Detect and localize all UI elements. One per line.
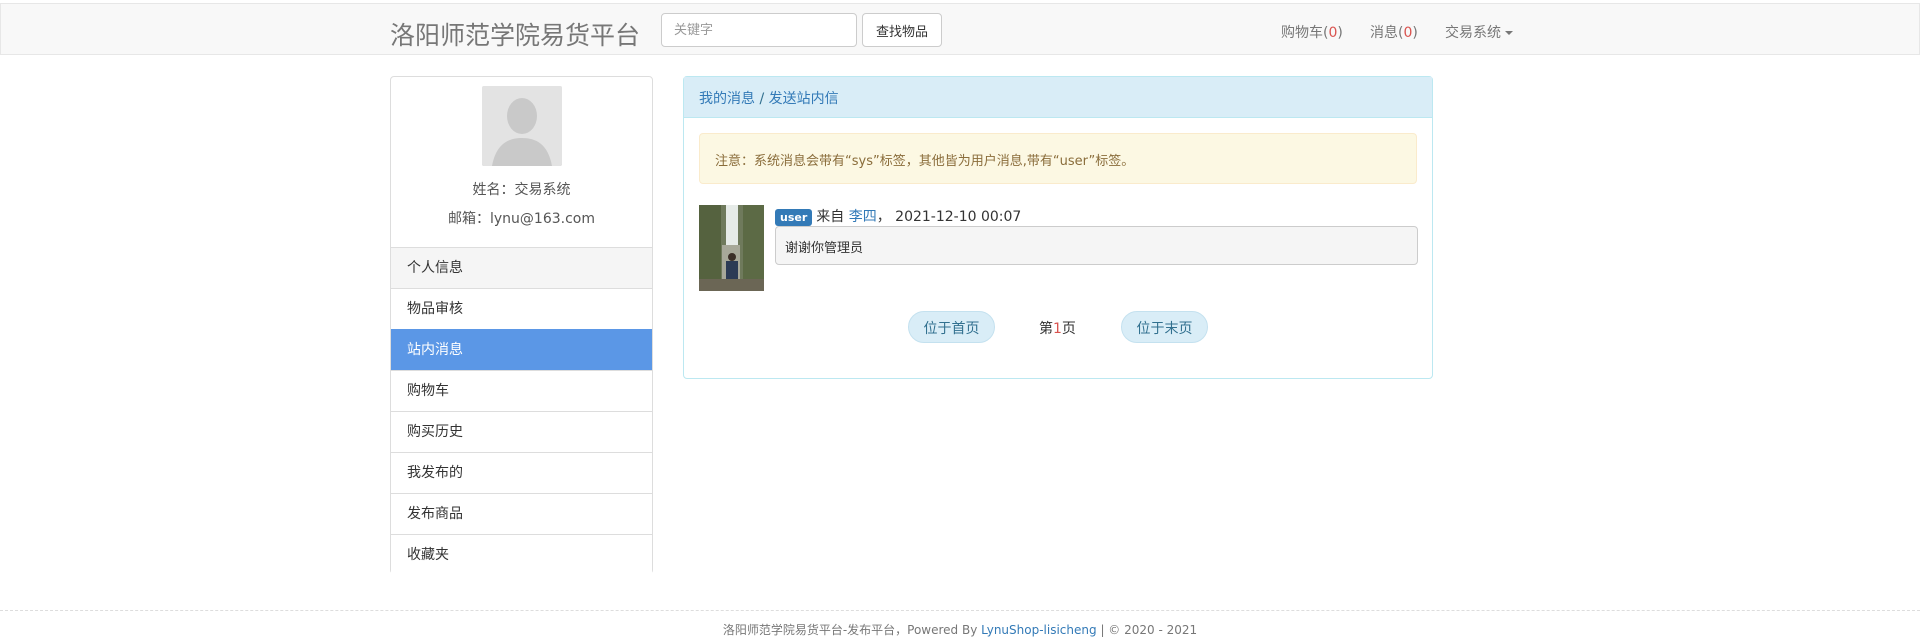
- sidebar-item-review[interactable]: 物品审核: [391, 288, 652, 329]
- cart-count: 0: [1328, 25, 1338, 41]
- sidebar-item-purchase-history[interactable]: 购买历史: [391, 411, 652, 452]
- sidebar-menu: 个人信息 物品审核 站内消息 购物车 购买历史 我发布的 发布商品 收藏夹: [391, 247, 652, 575]
- caret-down-icon: [1505, 31, 1513, 35]
- from-prefix: 来自: [816, 209, 845, 225]
- pager-first-button[interactable]: 位于首页: [908, 311, 995, 343]
- pager-last-button[interactable]: 位于末页: [1121, 311, 1208, 343]
- breadcrumb-separator: /: [755, 91, 769, 107]
- sidebar-item-favorites[interactable]: 收藏夹: [391, 534, 652, 575]
- waterfall-photo-icon: [699, 205, 764, 291]
- messages-nav-label: 消息: [1370, 25, 1398, 41]
- message-meta: user 来自 李四， 2021-12-10 00:07: [775, 206, 1021, 226]
- pager-current: 第1页: [1039, 318, 1076, 338]
- profile-panel: 姓名：交易系统 邮箱：lynu@163.com 个人信息 物品审核 站内消息 购…: [390, 76, 653, 575]
- sidebar-item-publish[interactable]: 发布商品: [391, 493, 652, 534]
- breadcrumb: 我的消息 / 发送站内信: [684, 77, 1432, 118]
- footer-link[interactable]: LynuShop-lisicheng: [981, 623, 1096, 637]
- message-time: 2021-12-10 00:07: [895, 209, 1022, 225]
- cart-nav-label: 购物车: [1281, 25, 1323, 41]
- messages-panel: 我的消息 / 发送站内信 注意：系统消息会带有“sys”标签，其他皆为用户消息,…: [683, 76, 1433, 379]
- top-navbar: 洛阳师范学院易货平台 查找物品 购物车(0) 消息(0) 交易系统: [0, 3, 1920, 55]
- meta-separator: ，: [876, 209, 891, 225]
- footer-copyright: | © 2020 - 2021: [1096, 623, 1198, 637]
- sender-avatar: [699, 205, 764, 291]
- brand-title[interactable]: 洛阳师范学院易货平台: [390, 16, 640, 52]
- messages-count: 0: [1403, 25, 1413, 41]
- breadcrumb-my-messages[interactable]: 我的消息: [699, 91, 755, 107]
- sidebar-item-cart[interactable]: 购物车: [391, 370, 652, 411]
- page-suffix: 页: [1061, 321, 1076, 337]
- sidebar-item-profile[interactable]: 个人信息: [391, 247, 652, 288]
- cart-nav-link[interactable]: 购物车(0): [1281, 22, 1343, 42]
- sidebar-item-my-posts[interactable]: 我发布的: [391, 452, 652, 493]
- search-button[interactable]: 查找物品: [862, 13, 942, 47]
- footer: 洛阳师范学院易货平台-发布平台，Powered By LynuShop-lisi…: [0, 610, 1920, 638]
- profile-name: 姓名：交易系统: [472, 182, 571, 198]
- sender-link[interactable]: 李四: [849, 209, 877, 225]
- notice-alert: 注意：系统消息会带有“sys”标签，其他皆为用户消息,带有“user”标签。: [699, 133, 1417, 184]
- page-number: 1: [1053, 321, 1062, 337]
- footer-text: 洛阳师范学院易货平台-发布平台，Powered By: [722, 623, 982, 637]
- profile-email: 邮箱：lynu@163.com: [448, 211, 595, 227]
- default-avatar-icon: [482, 86, 562, 166]
- page-prefix: 第: [1039, 321, 1053, 337]
- message-content: 谢谢你管理员: [775, 226, 1418, 265]
- breadcrumb-send-message[interactable]: 发送站内信: [769, 91, 839, 107]
- avatar: [482, 86, 562, 166]
- sidebar-item-messages[interactable]: 站内消息: [391, 329, 652, 370]
- user-tag-badge: user: [775, 209, 813, 226]
- account-dropdown[interactable]: 交易系统: [1445, 22, 1513, 42]
- account-label: 交易系统: [1445, 25, 1501, 41]
- messages-nav-link[interactable]: 消息(0): [1370, 22, 1418, 42]
- search-input[interactable]: [661, 13, 857, 47]
